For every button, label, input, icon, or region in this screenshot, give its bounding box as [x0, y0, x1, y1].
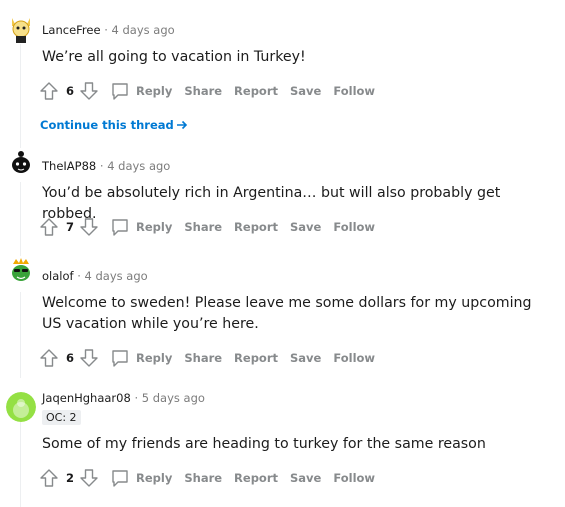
avatar[interactable]	[6, 392, 36, 422]
comment-actions: 2 Reply Share Report Save Follow	[38, 466, 375, 490]
user-flair: OC: 2	[42, 410, 81, 425]
share-button[interactable]: Share	[184, 471, 222, 485]
reply-bubble-icon	[112, 350, 128, 367]
comment-meta: olalof · 4 days ago	[42, 269, 148, 283]
downvote-icon[interactable]	[78, 216, 100, 238]
report-button[interactable]: Report	[234, 471, 278, 485]
downvote-icon[interactable]	[78, 80, 100, 102]
separator: ·	[77, 269, 81, 283]
avatar[interactable]	[6, 14, 36, 44]
upvote-icon[interactable]	[38, 347, 60, 369]
separator: ·	[99, 159, 104, 173]
vote-count: 2	[66, 471, 75, 485]
save-button[interactable]: Save	[290, 351, 321, 365]
avatar[interactable]	[6, 256, 36, 286]
thread-line[interactable]	[20, 292, 21, 378]
reply-bubble-icon	[112, 83, 128, 100]
upvote-icon[interactable]	[38, 467, 60, 489]
save-button[interactable]: Save	[290, 471, 321, 485]
username[interactable]: olalof	[42, 269, 74, 283]
username[interactable]: TheIAP88	[42, 159, 96, 173]
vote-count: 7	[66, 220, 75, 234]
reply-label: Reply	[136, 351, 173, 365]
username[interactable]: LanceFree	[42, 23, 101, 37]
comment-actions: 7 Reply Share Report Save Follow	[38, 215, 375, 239]
reply-label: Reply	[136, 471, 173, 485]
arrow-right-icon	[176, 120, 187, 130]
username[interactable]: JaqenHghaar08	[42, 391, 131, 405]
comment-body: We’re all going to vacation in Turkey!	[42, 49, 306, 65]
timestamp[interactable]: 4 days ago	[107, 159, 170, 173]
timestamp[interactable]: 4 days ago	[85, 269, 148, 283]
reply-button[interactable]: Reply	[110, 468, 172, 488]
follow-button[interactable]: Follow	[333, 84, 375, 98]
report-button[interactable]: Report	[234, 220, 278, 234]
comment-meta: JaqenHghaar08 · 5 days ago	[42, 391, 205, 405]
reply-label: Reply	[136, 220, 173, 234]
share-button[interactable]: Share	[184, 84, 222, 98]
share-button[interactable]: Share	[184, 220, 222, 234]
follow-button[interactable]: Follow	[333, 471, 375, 485]
separator: ·	[104, 23, 108, 37]
comment-actions: 6 Reply Share Report Save Follow	[38, 79, 375, 103]
upvote-icon[interactable]	[38, 216, 60, 238]
avatar[interactable]	[6, 148, 36, 178]
reply-button[interactable]: Reply	[110, 81, 172, 101]
report-button[interactable]: Report	[234, 84, 278, 98]
thread-line[interactable]	[20, 418, 21, 507]
downvote-icon[interactable]	[78, 467, 100, 489]
vote-count: 6	[66, 84, 75, 98]
comment-body: Welcome to sweden! Please leave me some …	[42, 295, 532, 332]
vote-count: 6	[66, 351, 75, 365]
comment-actions: 6 Reply Share Report Save Follow	[38, 346, 375, 370]
comment-meta: TheIAP88 · 4 days ago	[42, 159, 170, 173]
downvote-icon[interactable]	[78, 347, 100, 369]
continue-thread-label: Continue this thread	[40, 118, 174, 132]
comment-body: Some of my friends are heading to turkey…	[42, 436, 486, 452]
reply-label: Reply	[136, 84, 173, 98]
reply-button[interactable]: Reply	[110, 217, 172, 237]
upvote-icon[interactable]	[38, 80, 60, 102]
share-button[interactable]: Share	[184, 351, 222, 365]
thread-line[interactable]	[20, 44, 21, 148]
timestamp[interactable]: 4 days ago	[112, 23, 175, 37]
follow-button[interactable]: Follow	[333, 220, 375, 234]
thread-line[interactable]	[20, 182, 21, 260]
timestamp[interactable]: 5 days ago	[142, 391, 205, 405]
separator: ·	[134, 391, 139, 405]
save-button[interactable]: Save	[290, 220, 321, 234]
save-button[interactable]: Save	[290, 84, 321, 98]
comment-meta: LanceFree · 4 days ago	[42, 23, 175, 37]
continue-thread-link[interactable]: Continue this thread	[40, 118, 188, 132]
report-button[interactable]: Report	[234, 351, 278, 365]
follow-button[interactable]: Follow	[333, 351, 375, 365]
reply-bubble-icon	[112, 470, 128, 487]
reply-button[interactable]: Reply	[110, 348, 172, 368]
reply-bubble-icon	[112, 219, 128, 236]
